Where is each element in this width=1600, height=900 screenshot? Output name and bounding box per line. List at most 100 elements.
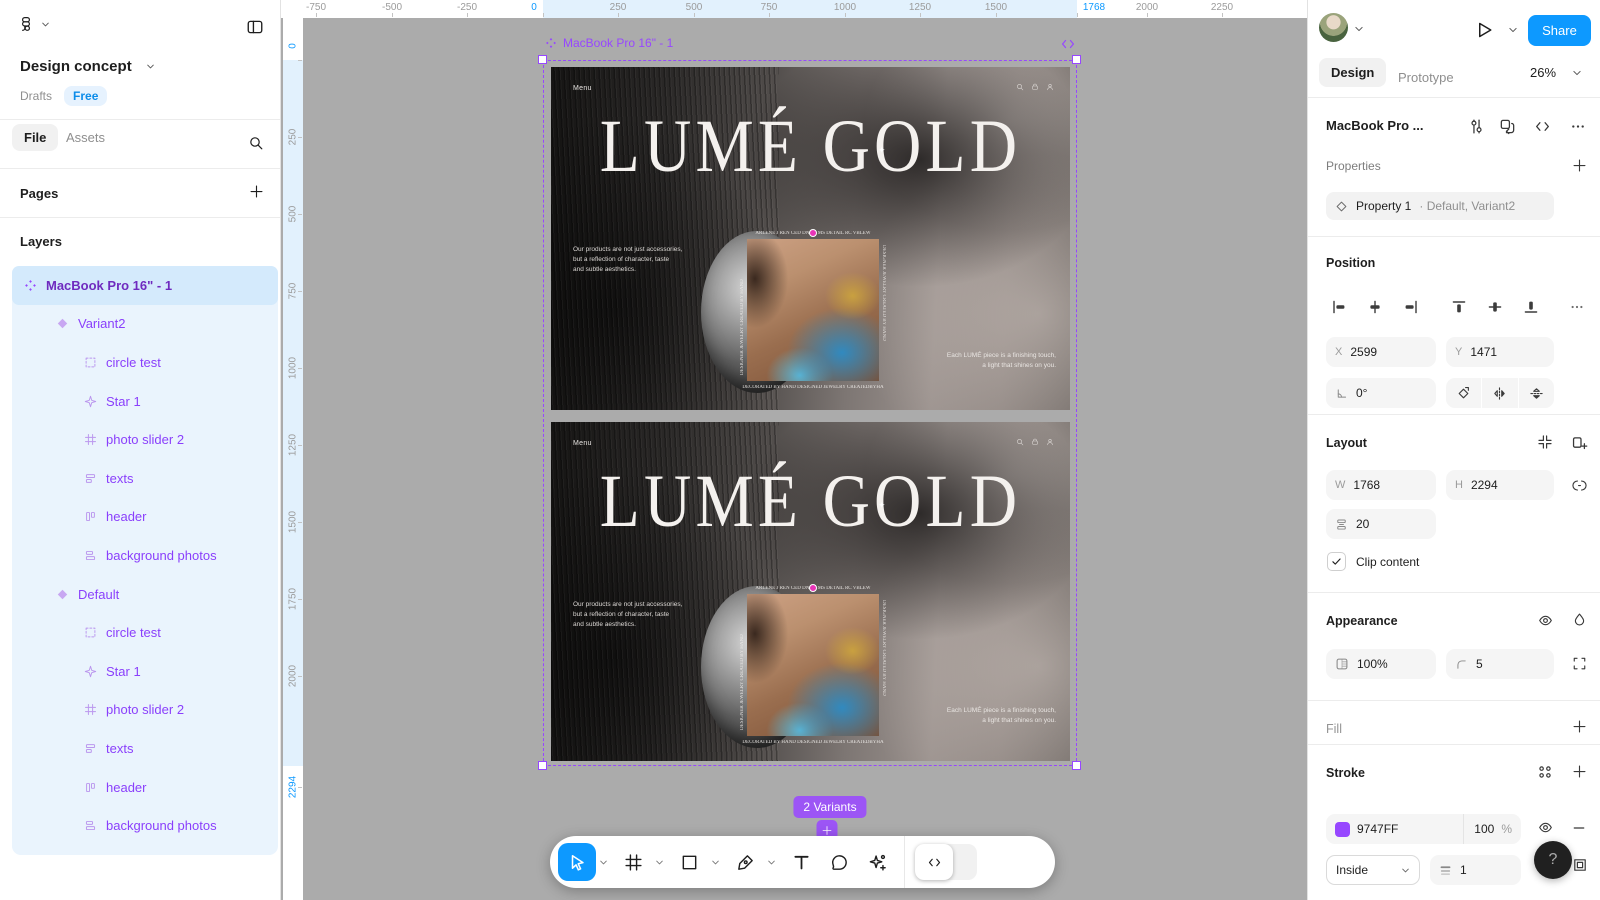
- layer-row[interactable]: Star 1: [12, 382, 278, 421]
- tab-assets[interactable]: Assets: [62, 129, 109, 147]
- help-button[interactable]: ?: [1534, 841, 1572, 879]
- align-left-button[interactable]: [1322, 292, 1356, 322]
- tab-design[interactable]: Design: [1319, 58, 1386, 87]
- styles-icon[interactable]: [1537, 764, 1553, 780]
- more-position-icon[interactable]: [1568, 300, 1586, 314]
- layer-row[interactable]: header: [12, 498, 278, 537]
- flip-horizontal-button[interactable]: [1481, 378, 1517, 408]
- zoom-chevron-icon[interactable]: [1572, 68, 1582, 78]
- add-property-button[interactable]: [1572, 158, 1587, 173]
- layer-row[interactable]: texts: [12, 729, 278, 768]
- constrain-proportions-icon[interactable]: [1572, 477, 1587, 494]
- variant-property-pill[interactable]: Property 1 · Default, Variant2: [1326, 192, 1554, 220]
- stroke-color-field[interactable]: 9747FF 100 %: [1326, 814, 1521, 844]
- visibility-icon[interactable]: [1537, 613, 1554, 628]
- frame-tool-button[interactable]: [614, 843, 652, 881]
- dev-mode-knob[interactable]: [915, 844, 953, 880]
- stroke-color-swatch[interactable]: [1335, 822, 1350, 837]
- add-page-button[interactable]: [249, 184, 264, 199]
- layer-row[interactable]: circle test: [12, 343, 278, 382]
- align-top-button[interactable]: [1442, 292, 1476, 322]
- tool-chevron[interactable]: [596, 849, 610, 875]
- search-icon[interactable]: [248, 135, 264, 151]
- selection-handle-se[interactable]: [1072, 761, 1081, 770]
- add-auto-layout-icon[interactable]: [1571, 434, 1588, 451]
- height-field[interactable]: H2294: [1446, 470, 1554, 500]
- shape-tool-button[interactable]: [670, 843, 708, 881]
- tab-prototype[interactable]: Prototype: [1394, 64, 1458, 91]
- code-icon[interactable]: [1534, 119, 1551, 134]
- stroke-weight-field[interactable]: 1: [1430, 855, 1521, 885]
- layer-row[interactable]: background photos: [12, 536, 278, 575]
- independent-corners-icon[interactable]: [1572, 656, 1587, 671]
- y-position-field[interactable]: Y1471: [1446, 337, 1554, 367]
- present-button[interactable]: [1474, 20, 1494, 40]
- opacity-field[interactable]: 100%: [1326, 649, 1436, 679]
- text-tool-button[interactable]: [782, 843, 820, 881]
- stroke-opacity-value[interactable]: 100: [1463, 814, 1494, 844]
- rotation-field[interactable]: 0°: [1326, 378, 1436, 408]
- collapse-panel-button[interactable]: [246, 18, 264, 36]
- variant-screen-1[interactable]: Menu LUMÉ GOLD ✦ Our products are not ju…: [551, 67, 1070, 410]
- layer-row[interactable]: MacBook Pro 16" - 1: [12, 266, 278, 305]
- add-fill-button[interactable]: [1572, 719, 1587, 734]
- stroke-position-select[interactable]: Inside: [1326, 855, 1420, 885]
- resize-to-fit-icon[interactable]: [1537, 434, 1553, 450]
- layer-row[interactable]: Variant2: [12, 305, 278, 344]
- canvas[interactable]: MacBook Pro 16" - 1 Menu LUMÉ GOLD ✦ Our…: [280, 0, 1307, 900]
- comment-tool-button[interactable]: [820, 843, 858, 881]
- pages-header[interactable]: Pages: [20, 186, 58, 201]
- flip-vertical-button[interactable]: [1518, 378, 1554, 408]
- selection-handle-nw[interactable]: [538, 55, 547, 64]
- individual-strokes-icon[interactable]: [1572, 857, 1588, 873]
- layer-row[interactable]: background photos: [12, 806, 278, 845]
- stroke-color-hex[interactable]: 9747FF: [1357, 822, 1398, 836]
- frame-code-icon[interactable]: [1060, 37, 1076, 51]
- layer-row[interactable]: texts: [12, 459, 278, 498]
- account-chevron-icon[interactable]: [1354, 24, 1364, 34]
- align-h-center-button[interactable]: [1358, 292, 1392, 322]
- frame-name[interactable]: MacBook Pro 16" - 1: [563, 36, 673, 50]
- tool-chevron[interactable]: [764, 849, 778, 875]
- add-stroke-button[interactable]: [1572, 764, 1587, 779]
- drafts-label[interactable]: Drafts: [20, 89, 52, 103]
- align-right-button[interactable]: [1394, 292, 1428, 322]
- present-chevron-icon[interactable]: [1508, 25, 1518, 35]
- plan-badge[interactable]: Free: [64, 86, 107, 106]
- variants-count-badge[interactable]: 2 Variants: [793, 796, 866, 818]
- layer-row[interactable]: photo slider 2: [12, 420, 278, 459]
- tool-chevron[interactable]: [708, 849, 722, 875]
- layer-row[interactable]: circle test: [12, 613, 278, 652]
- move-tool-button[interactable]: [558, 843, 596, 881]
- main-menu-button[interactable]: [18, 16, 50, 32]
- layer-row[interactable]: photo slider 2: [12, 691, 278, 730]
- corner-radius-field[interactable]: 5: [1446, 649, 1554, 679]
- pen-tool-button[interactable]: [726, 843, 764, 881]
- avatar[interactable]: [1319, 13, 1348, 42]
- frame-label[interactable]: MacBook Pro 16" - 1: [545, 36, 673, 50]
- clip-content-row[interactable]: Clip content: [1327, 552, 1419, 571]
- clip-content-checkbox[interactable]: [1327, 552, 1346, 571]
- width-field[interactable]: W1768: [1326, 470, 1436, 500]
- variant-screen-2[interactable]: Menu LUMÉ GOLD ✦ Our products are not ju…: [551, 422, 1070, 761]
- tool-chevron[interactable]: [652, 849, 666, 875]
- blend-mode-icon[interactable]: [1572, 611, 1587, 628]
- file-title[interactable]: Design concept: [20, 58, 155, 75]
- actions-tool-button[interactable]: [858, 843, 896, 881]
- layer-row[interactable]: header: [12, 768, 278, 807]
- selection-handle-sw[interactable]: [538, 761, 547, 770]
- x-position-field[interactable]: X2599: [1326, 337, 1436, 367]
- component-actions-icon[interactable]: [1499, 118, 1516, 135]
- adjust-icon[interactable]: [1468, 118, 1485, 135]
- layers-header[interactable]: Layers: [20, 234, 62, 249]
- align-bottom-button[interactable]: [1514, 292, 1548, 322]
- dev-mode-toggle[interactable]: [915, 844, 977, 880]
- align-v-center-button[interactable]: [1478, 292, 1512, 322]
- tab-file[interactable]: File: [12, 129, 58, 147]
- more-icon[interactable]: [1569, 119, 1587, 134]
- layer-row[interactable]: Default: [12, 575, 278, 614]
- selection-handle-ne[interactable]: [1072, 55, 1081, 64]
- layer-row[interactable]: Star 1: [12, 652, 278, 691]
- gap-field[interactable]: 20: [1326, 509, 1436, 539]
- stroke-visibility-icon[interactable]: [1537, 820, 1554, 835]
